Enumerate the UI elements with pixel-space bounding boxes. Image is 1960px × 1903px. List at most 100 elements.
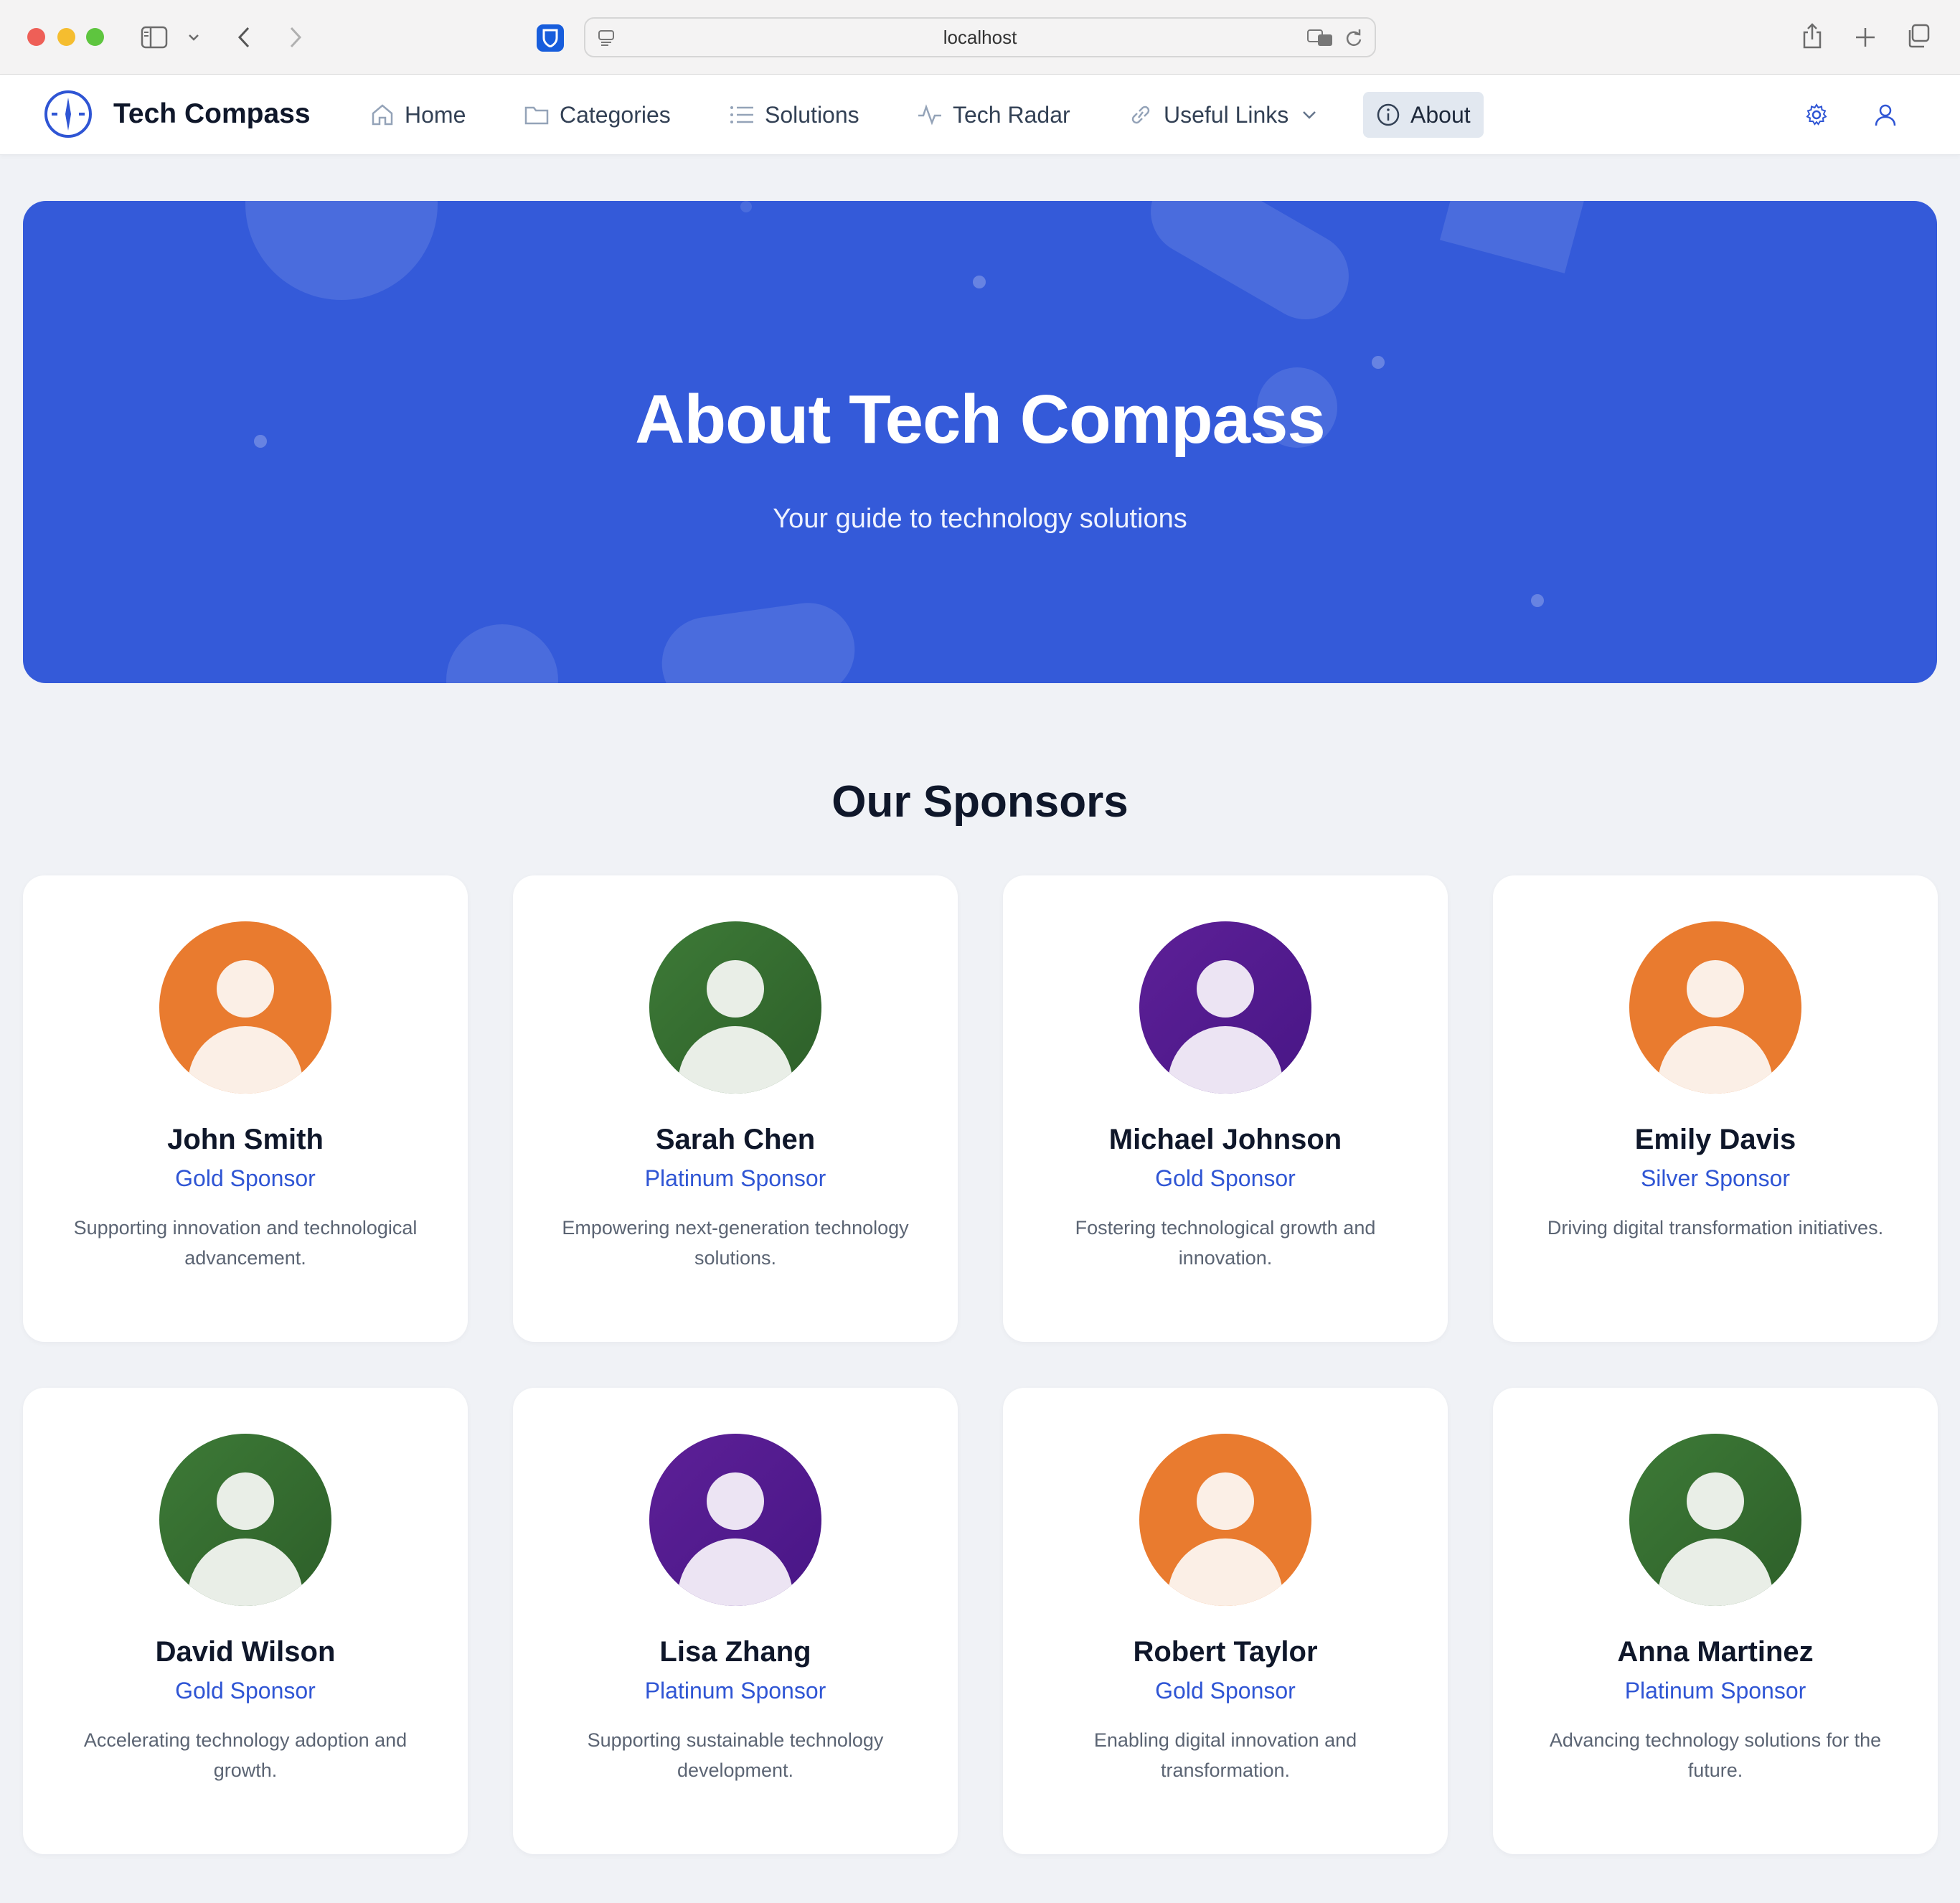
sponsor-description: Accelerating technology adoption and gro…: [83, 1729, 407, 1781]
sponsors-title: Our Sponsors: [831, 777, 1129, 827]
nav-home[interactable]: Home: [357, 92, 479, 138]
decorative-circle: [245, 201, 438, 300]
sponsor-description: Advancing technology solutions for the f…: [1549, 1729, 1882, 1781]
close-window-button[interactable]: [27, 28, 45, 46]
avatar: [1629, 1434, 1801, 1606]
sidebar-toggle-icon[interactable]: [139, 23, 169, 52]
browser-toolbar: localhost: [0, 0, 1960, 75]
avatar-body: [188, 1026, 303, 1094]
link-icon: [1131, 105, 1150, 124]
user-icon[interactable]: [1870, 99, 1901, 131]
nav-solutions-label: Solutions: [765, 101, 859, 128]
page-settings-icon[interactable]: [595, 27, 617, 49]
sponsor-tier: Platinum Sponsor: [644, 1165, 826, 1191]
sponsor-tier: Gold Sponsor: [1155, 1165, 1296, 1191]
brand[interactable]: Tech Compass: [43, 89, 311, 139]
sponsor-name: Sarah Chen: [655, 1124, 816, 1155]
sponsor-card: David Wilson Gold Sponsor Accelerating t…: [23, 1388, 468, 1854]
sponsor-card: Anna Martinez Platinum Sponsor Advancing…: [1493, 1388, 1938, 1854]
sponsor-tier: Gold Sponsor: [175, 1165, 316, 1191]
nav-about-label: About: [1410, 101, 1471, 128]
chevron-down-icon[interactable]: [185, 29, 202, 46]
back-icon[interactable]: [230, 22, 258, 53]
sponsor-card: Michael Johnson Gold Sponsor Fostering t…: [1003, 875, 1448, 1342]
translate-icon[interactable]: [1306, 27, 1334, 49]
nav-solutions[interactable]: Solutions: [716, 92, 872, 138]
avatar-head: [217, 1472, 274, 1530]
tab-overview-icon[interactable]: [1904, 22, 1933, 50]
brand-name: Tech Compass: [113, 98, 311, 129]
avatar: [159, 921, 331, 1094]
sponsor-name: Emily Davis: [1634, 1124, 1796, 1155]
share-icon[interactable]: [1798, 20, 1827, 52]
url-text: localhost: [943, 26, 1017, 48]
sponsor-description: Supporting sustainable technology develo…: [587, 1729, 884, 1781]
avatar: [159, 1434, 331, 1606]
sponsor-description: Supporting innovation and technological …: [73, 1217, 418, 1269]
nav-categories-label: Categories: [560, 101, 671, 128]
maximize-window-button[interactable]: [86, 28, 104, 46]
home-icon: [372, 104, 393, 126]
sponsor-tier: Gold Sponsor: [175, 1678, 316, 1704]
avatar-body: [1658, 1538, 1773, 1606]
sponsor-name: Lisa Zhang: [659, 1636, 811, 1668]
nav-about[interactable]: About: [1363, 92, 1484, 138]
sponsor-description: Driving digital transformation initiativ…: [1547, 1217, 1884, 1239]
decorative-pill: [656, 596, 861, 683]
minimize-window-button[interactable]: [57, 28, 75, 46]
decorative-pill: [1135, 201, 1365, 335]
hero-title: About Tech Compass: [635, 381, 1326, 458]
avatar-body: [188, 1538, 303, 1606]
sponsor-description: Enabling digital innovation and transfor…: [1093, 1729, 1357, 1781]
decorative-dot: [1372, 356, 1385, 369]
avatar-head: [1687, 1472, 1744, 1530]
list-icon: [730, 106, 753, 123]
decorative-square: [1439, 201, 1591, 273]
sponsor-tier: Gold Sponsor: [1155, 1678, 1296, 1704]
avatar: [1629, 921, 1801, 1094]
decorative-dot: [740, 201, 752, 212]
decorative-dot: [973, 276, 986, 288]
hero-subtitle: Your guide to technology solutions: [773, 504, 1187, 534]
forward-icon[interactable]: [281, 22, 310, 53]
activity-icon: [918, 104, 941, 126]
sponsor-card: Robert Taylor Gold Sponsor Enabling digi…: [1003, 1388, 1448, 1854]
sponsor-name: Michael Johnson: [1108, 1124, 1342, 1155]
chevron-down-icon: [1303, 111, 1316, 119]
avatar: [649, 1434, 821, 1606]
folder-icon: [524, 106, 549, 125]
app-navbar: Tech Compass Home Categories Solutions T…: [0, 75, 1960, 155]
compass-logo-icon: [44, 90, 92, 138]
sponsor-name: Anna Martinez: [1617, 1636, 1814, 1668]
sponsor-description: Empowering next-generation technology so…: [562, 1217, 909, 1269]
password-manager-icon[interactable]: [537, 24, 564, 52]
avatar-head: [1197, 1472, 1254, 1530]
avatar-body: [1658, 1026, 1773, 1094]
avatar-head: [1687, 960, 1744, 1018]
nav-useful-links[interactable]: Useful Links: [1115, 92, 1330, 138]
sponsor-card: John Smith Gold Sponsor Supporting innov…: [23, 875, 468, 1342]
avatar-head: [217, 960, 274, 1018]
decorative-circle: [446, 624, 558, 683]
sponsor-description: Fostering technological growth and innov…: [1075, 1217, 1376, 1269]
avatar-body: [1168, 1538, 1283, 1606]
sponsor-card: Lisa Zhang Platinum Sponsor Supporting s…: [513, 1388, 958, 1854]
hero-banner: About Tech Compass Your guide to technol…: [23, 201, 1937, 683]
new-tab-icon[interactable]: [1851, 23, 1880, 52]
avatar-head: [707, 960, 764, 1018]
reload-icon[interactable]: [1343, 27, 1365, 49]
avatar-body: [678, 1026, 793, 1094]
sponsor-name: Robert Taylor: [1133, 1636, 1318, 1668]
avatar-body: [1168, 1026, 1283, 1094]
nav-useful-links-label: Useful Links: [1164, 101, 1289, 128]
decorative-dot: [1531, 594, 1544, 607]
sponsor-name: David Wilson: [155, 1636, 336, 1668]
sponsor-card: Emily Davis Silver Sponsor Driving digit…: [1493, 875, 1938, 1342]
nav-tech-radar[interactable]: Tech Radar: [904, 92, 1083, 138]
settings-icon[interactable]: [1801, 99, 1832, 131]
sponsor-name: John Smith: [167, 1124, 324, 1155]
sponsor-tier: Silver Sponsor: [1640, 1165, 1791, 1191]
address-bar[interactable]: localhost: [584, 17, 1376, 57]
nav-categories[interactable]: Categories: [511, 92, 684, 138]
avatar: [649, 921, 821, 1094]
